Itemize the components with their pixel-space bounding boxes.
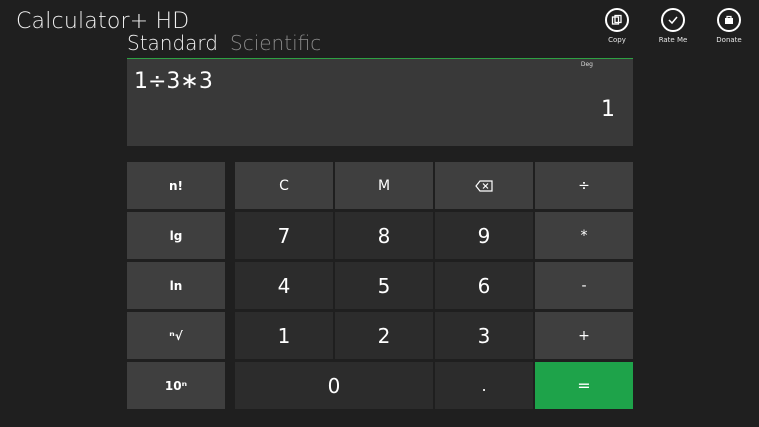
five-key[interactable]: 5 <box>335 262 433 309</box>
four-key[interactable]: 4 <box>235 262 333 309</box>
copy-icon <box>605 8 629 32</box>
eight-key[interactable]: 8 <box>335 212 433 259</box>
copy-label: Copy <box>608 36 626 44</box>
three-key[interactable]: 3 <box>435 312 533 359</box>
check-icon <box>661 8 685 32</box>
result-text: 1 <box>601 97 615 122</box>
log10-key[interactable]: lg <box>127 212 225 259</box>
one-key[interactable]: 1 <box>235 312 333 359</box>
backspace-icon <box>475 179 493 192</box>
rate-me-label: Rate Me <box>658 36 688 44</box>
factorial-key[interactable]: n! <box>127 162 225 209</box>
expression-text: 1÷3∗3 <box>134 69 213 94</box>
keypad: C M ÷ 7 8 9 * 4 5 6 - 1 2 3 + 0 . = <box>235 162 633 409</box>
ln-key[interactable]: ln <box>127 262 225 309</box>
decimal-key[interactable]: . <box>435 362 533 409</box>
memory-key[interactable]: M <box>335 162 433 209</box>
zero-key[interactable]: 0 <box>235 362 433 409</box>
scientific-keys: n! lg ln ⁿ√ 10ⁿ <box>127 162 225 412</box>
copy-button[interactable]: Copy <box>597 8 637 44</box>
calculator-display: 1÷3∗3 Deg 1 <box>127 58 633 146</box>
nth-root-key[interactable]: ⁿ√ <box>127 312 225 359</box>
six-key[interactable]: 6 <box>435 262 533 309</box>
rate-me-button[interactable]: Rate Me <box>653 8 693 44</box>
ten-power-key[interactable]: 10ⁿ <box>127 362 225 409</box>
mode-tabs: Standard Scientific <box>127 31 321 55</box>
divide-key[interactable]: ÷ <box>535 162 633 209</box>
bag-icon <box>717 8 741 32</box>
two-key[interactable]: 2 <box>335 312 433 359</box>
donate-label: Donate <box>716 36 742 44</box>
equals-key[interactable]: = <box>535 362 633 409</box>
nine-key[interactable]: 9 <box>435 212 533 259</box>
app-bar: Copy Rate Me Donate <box>597 8 749 44</box>
plus-key[interactable]: + <box>535 312 633 359</box>
donate-button[interactable]: Donate <box>709 8 749 44</box>
minus-key[interactable]: - <box>535 262 633 309</box>
backspace-key[interactable] <box>435 162 533 209</box>
angle-mode: Deg <box>580 61 593 68</box>
seven-key[interactable]: 7 <box>235 212 333 259</box>
tab-standard[interactable]: Standard <box>127 31 218 55</box>
tab-scientific[interactable]: Scientific <box>230 31 321 55</box>
clear-key[interactable]: C <box>235 162 333 209</box>
multiply-key[interactable]: * <box>535 212 633 259</box>
